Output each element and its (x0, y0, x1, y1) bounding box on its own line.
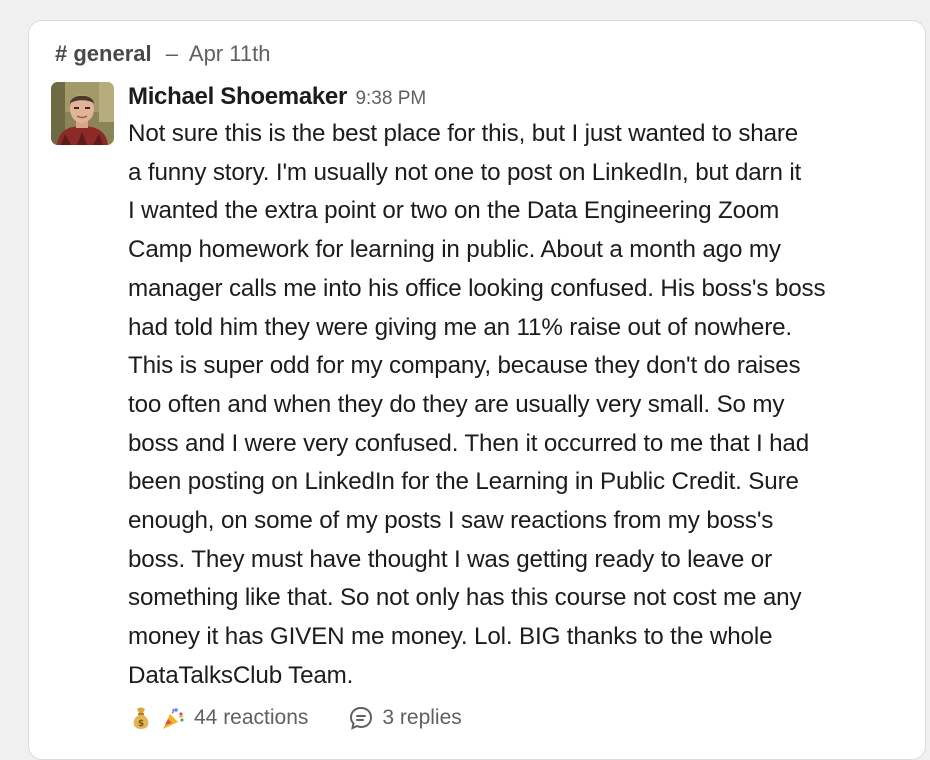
message-text-line: Not sure this is the best place for this… (128, 120, 799, 147)
message-body: Not sure this is the best place for this… (128, 115, 888, 696)
channel-link[interactable]: # general (55, 41, 152, 66)
message-text-line: something like that. So not only has thi… (128, 584, 802, 612)
message-text-line: Camp homework for learning in public. Ab… (128, 236, 781, 264)
svg-text:$: $ (138, 719, 144, 729)
message-footer: $ 44 reactions 3 replies (128, 701, 462, 735)
message-header: Michael Shoemaker 9:38 PM (128, 83, 426, 111)
replies-button[interactable]: 3 replies (348, 705, 462, 731)
message-text-line: a funny story. I'm usually not one to po… (128, 158, 802, 186)
message-text-line: enough, on some of my posts I saw reacti… (128, 507, 774, 535)
channel-header: # general – Apr 11th (55, 43, 270, 65)
message-date: Apr 11th (188, 41, 271, 66)
avatar[interactable] (51, 82, 114, 145)
party-popper-icon (163, 708, 184, 729)
message-text-line: I wanted the extra point or two on the D… (128, 197, 780, 225)
reactions-count: 44 reactions (194, 706, 309, 729)
message-text-line: DataTalksClub Team. (128, 661, 354, 689)
message-card: # general – Apr 11th Michael Shoemaker 9… (28, 20, 926, 760)
message-text-line: money it has GIVEN me money. Lol. BIG th… (128, 623, 773, 651)
thread-reply-icon (350, 706, 373, 730)
message-text-line: had told him they were giving me an 11% … (128, 313, 793, 341)
avatar-image (51, 82, 114, 145)
message-text-line: manager calls me into his office looking… (128, 274, 826, 302)
money-bag-icon: $ (133, 707, 149, 729)
message-text-line: boss and I were very confused. Then it o… (128, 429, 810, 457)
message-text-line: This is super odd for my company, becaus… (128, 352, 801, 380)
message-text-line: boss. They must have thought I was getti… (128, 545, 772, 573)
author-name[interactable]: Michael Shoemaker (128, 83, 347, 110)
message-text-line: been posting on LinkedIn for the Learnin… (128, 468, 799, 496)
message-text-line: too often and when they do they are usua… (128, 390, 785, 418)
message-timestamp[interactable]: 9:38 PM (355, 88, 426, 109)
reactions-button[interactable]: $ 44 reactions (128, 705, 308, 731)
replies-count: 3 replies (382, 706, 462, 729)
header-separator: – (165, 41, 178, 66)
